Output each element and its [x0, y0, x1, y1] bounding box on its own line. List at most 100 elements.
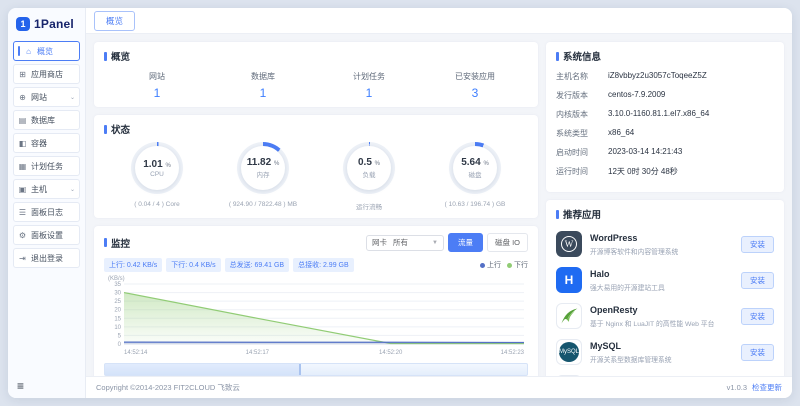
- app-desc: 开源关系型数据库管理系统: [590, 354, 733, 364]
- container-icon: ◧: [18, 139, 27, 148]
- gear-icon: ⚙: [18, 231, 27, 240]
- system-info-title: 系统信息: [556, 49, 774, 63]
- network-card-select[interactable]: 网卡 所有 ▼: [366, 235, 444, 251]
- gauge-sub: ( 10.63 / 196.74 ) GB: [445, 201, 506, 208]
- sidebar-menu: ⌂ 概览 ⊞ 应用商店 ⊕ 网站 ⌄ ▤ 数据库 ◧ 容器 ▦ 计划: [8, 39, 85, 398]
- gauge-sub: 运行流畅: [356, 201, 382, 211]
- stat-label: 数据库: [210, 71, 316, 82]
- gauge-sub: ( 924.90 / 7822.48 ) MB: [229, 201, 297, 208]
- sidebar-item-container[interactable]: ◧ 容器: [13, 133, 80, 153]
- sidebar-item-app-store[interactable]: ⊞ 应用商店: [13, 64, 80, 84]
- system-info-rows: 主机名称 iZ8vbbyz2u3057cToqeeZ5Z 发行版本 centos…: [556, 71, 774, 177]
- svg-text:5: 5: [118, 333, 122, 339]
- gauge-text: 0.5 % 负载: [343, 142, 395, 194]
- gauge-sub: ( 0.04 / 4 ) Core: [134, 201, 180, 208]
- gauge-label: 内存: [257, 169, 270, 179]
- home-icon: ⌂: [24, 47, 33, 56]
- chevron-down-icon: ⌄: [70, 94, 75, 101]
- app-row-openresty[interactable]: OpenResty 基于 Nginx 和 LuaJIT 的高性能 Web 平台 …: [556, 303, 774, 329]
- stat-installed-apps: 已安装应用 3: [422, 71, 528, 100]
- logo[interactable]: 1 1Panel: [8, 8, 85, 39]
- app-name: Halo: [590, 269, 733, 279]
- gauge-value: 1.01 %: [143, 159, 171, 170]
- sidebar-item-overview[interactable]: ⌂ 概览: [13, 41, 80, 61]
- legend-up[interactable]: 上行: [480, 260, 501, 270]
- sidebar-item-host[interactable]: ▣ 主机 ⌄: [13, 179, 80, 199]
- title-bar-icon: [556, 210, 559, 219]
- app-row-halo[interactable]: H Halo 强大易用的开源建站工具 安装: [556, 267, 774, 293]
- datazoom-handle[interactable]: [299, 364, 301, 375]
- wordpress-icon: W: [556, 231, 582, 257]
- datazoom-slider[interactable]: [104, 363, 528, 376]
- sidebar-item-database[interactable]: ▤ 数据库: [13, 110, 80, 130]
- up-rate-badge: 上行: 0.42 KB/s: [104, 258, 162, 272]
- tab-overview[interactable]: 概览: [94, 11, 135, 31]
- version-text: v1.0.3: [727, 383, 747, 392]
- active-indicator: [18, 46, 20, 56]
- sidebar-item-logout[interactable]: ⇥ 退出登录: [13, 248, 80, 268]
- gauge-memory: 11.82 % 内存 ( 924.90 / 7822.48 ) MB: [210, 142, 316, 211]
- install-mysql-button[interactable]: 安装: [741, 344, 774, 361]
- gauge-cpu: 1.01 % CPU ( 0.04 / 4 ) Core: [104, 142, 210, 211]
- stat-value-link[interactable]: 3: [422, 86, 528, 100]
- sidebar-collapse-icon[interactable]: ≡: [17, 380, 24, 392]
- svg-text:30: 30: [114, 291, 121, 297]
- app-meta: MySQL 开源关系型数据库管理系统: [590, 341, 733, 364]
- stat-value-link[interactable]: 1: [210, 86, 316, 100]
- gauge-label: CPU: [150, 171, 164, 178]
- app-desc: 强大易用的开源建站工具: [590, 282, 733, 292]
- chevron-down-icon: ▼: [432, 240, 438, 246]
- info-label: 系统类型: [556, 128, 608, 139]
- disk-io-button[interactable]: 磁盘 IO: [487, 233, 528, 252]
- check-update-link[interactable]: 检查更新: [752, 382, 782, 393]
- svg-text:14:52:20: 14:52:20: [379, 350, 403, 356]
- app-row-wordpress[interactable]: W WordPress 开源博客软件和内容管理系统 安装: [556, 231, 774, 257]
- install-openresty-button[interactable]: 安装: [741, 308, 774, 325]
- host-icon: ▣: [18, 185, 27, 194]
- cron-icon: ▦: [18, 162, 27, 171]
- info-label: 主机名称: [556, 71, 608, 82]
- stat-value-link[interactable]: 1: [316, 86, 422, 100]
- monitor-controls: 网卡 所有 ▼ 流量 磁盘 IO: [366, 233, 528, 252]
- monitor-title-text: 监控: [111, 236, 130, 250]
- sidebar: 1 1Panel ⌂ 概览 ⊞ 应用商店 ⊕ 网站 ⌄ ▤ 数据库: [8, 8, 86, 398]
- svg-text:15: 15: [114, 316, 121, 322]
- legend-down[interactable]: 下行: [507, 260, 528, 270]
- info-row-arch: 系统类型 x86_64: [556, 128, 774, 139]
- sidebar-item-label: 概览: [37, 46, 53, 57]
- info-value: 12天 0时 30分 48秒: [608, 166, 678, 177]
- sidebar-item-label: 面板设置: [31, 230, 63, 241]
- info-label: 运行时间: [556, 166, 608, 177]
- traffic-chart: 05101520253035(KB/s)14:52:1414:52:1714:5…: [104, 274, 528, 376]
- sidebar-item-cron[interactable]: ▦ 计划任务: [13, 156, 80, 176]
- info-row-boot-time: 启动时间 2023-03-14 14:21:43: [556, 147, 774, 158]
- install-wordpress-button[interactable]: 安装: [741, 236, 774, 253]
- logs-icon: ☰: [18, 208, 27, 217]
- app-row-mysql[interactable]: MySQL MySQL 开源关系型数据库管理系统 安装: [556, 339, 774, 365]
- gauge-text: 11.82 % 内存: [237, 142, 289, 194]
- svg-text:25: 25: [114, 299, 121, 305]
- stat-value-link[interactable]: 1: [104, 86, 210, 100]
- system-info-title-text: 系统信息: [563, 49, 601, 63]
- install-halo-button[interactable]: 安装: [741, 272, 774, 289]
- sidebar-item-label: 计划任务: [31, 161, 63, 172]
- traffic-button[interactable]: 流量: [448, 233, 483, 252]
- app-name: WordPress: [590, 233, 733, 243]
- info-row-hostname: 主机名称 iZ8vbbyz2u3057cToqeeZ5Z: [556, 71, 774, 82]
- main-area: 概览 概览 网站 1 数据库: [86, 8, 792, 398]
- mysql-icon: MySQL: [556, 339, 582, 365]
- cpu-gauge-ring: 1.01 % CPU: [131, 142, 183, 194]
- sidebar-item-website[interactable]: ⊕ 网站 ⌄: [13, 87, 80, 107]
- sidebar-item-panel-settings[interactable]: ⚙ 面板设置: [13, 225, 80, 245]
- sidebar-item-panel-logs[interactable]: ☰ 面板日志: [13, 202, 80, 222]
- disk-gauge-ring: 5.64 % 磁盘: [449, 142, 501, 194]
- info-value: centos-7.9.2009: [608, 90, 665, 101]
- stat-label: 计划任务: [316, 71, 422, 82]
- gauge-label: 负载: [363, 169, 376, 179]
- stat-database: 数据库 1: [210, 71, 316, 100]
- sidebar-item-label: 退出登录: [31, 253, 63, 264]
- app-desc: 基于 Nginx 和 LuaJIT 的高性能 Web 平台: [590, 318, 733, 328]
- monitor-card: 监控 网卡 所有 ▼ 流量 磁盘 IO 上: [94, 226, 538, 376]
- overview-card: 概览 网站 1 数据库 1 计划任务 1: [94, 42, 538, 107]
- logout-icon: ⇥: [18, 254, 27, 263]
